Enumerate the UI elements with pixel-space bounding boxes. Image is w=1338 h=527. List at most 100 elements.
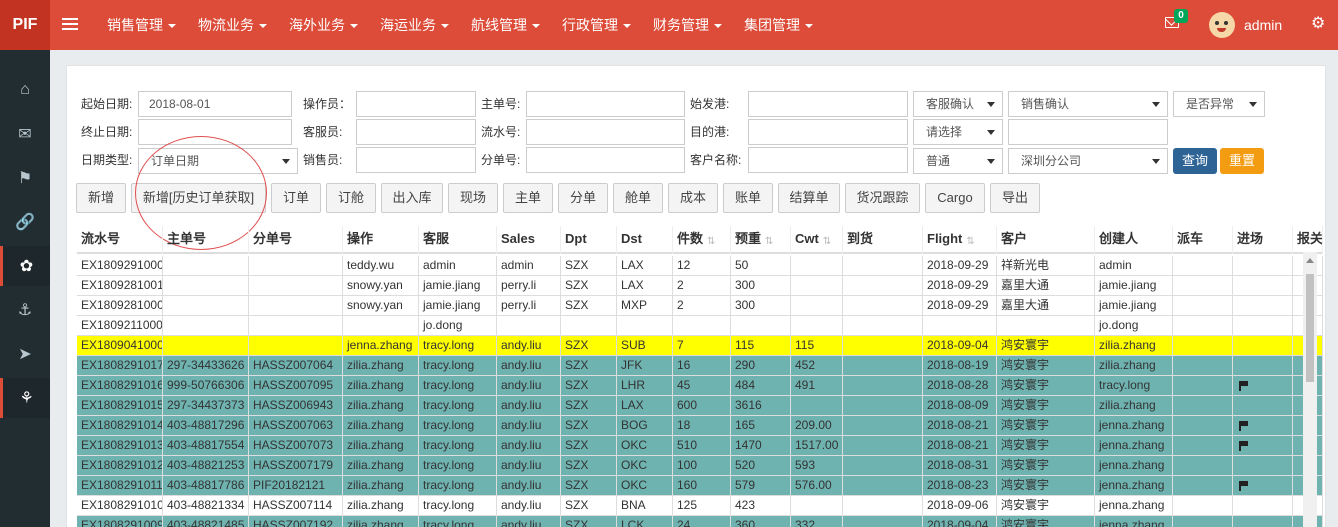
sort-icon[interactable]: ⇅	[823, 229, 833, 247]
column-header[interactable]: Sales	[497, 226, 561, 254]
column-header[interactable]: Flight ⇅	[923, 226, 997, 254]
column-header[interactable]: 客户	[997, 226, 1095, 254]
sort-icon[interactable]: ⇅	[707, 229, 717, 247]
cs-confirm-select[interactable]: 客服确认	[913, 91, 1003, 117]
table-row[interactable]: EX1808291015 297-34437373 HASSZ006943 zilia…	[77, 396, 1323, 416]
ship-icon[interactable]: ⚓	[0, 290, 50, 330]
top-menu-item[interactable]: 海运业务	[369, 0, 460, 50]
reset-button[interactable]: 重置	[1220, 148, 1264, 174]
table-row[interactable]: EX1809211000 jo.dong jo.dong	[77, 316, 1323, 336]
column-header[interactable]: 报关	[1293, 226, 1323, 254]
column-header[interactable]: 进场	[1233, 226, 1293, 254]
table-row[interactable]: EX1808291013 403-48817554 HASSZ007073 zilia…	[77, 436, 1323, 456]
column-header[interactable]: 分单号	[249, 226, 343, 254]
link-icon[interactable]: 🔗	[0, 202, 50, 242]
action-button[interactable]: 舱单	[613, 183, 663, 213]
table-cell: tracy.long	[419, 456, 497, 476]
type-select[interactable]: 普通	[913, 148, 1003, 174]
action-button[interactable]: 新增[历史订单获取]	[131, 183, 266, 213]
top-menu-item[interactable]: 行政管理	[551, 0, 642, 50]
hamburger-menu-icon[interactable]	[62, 15, 78, 35]
dest-input[interactable]	[748, 119, 908, 145]
table-cell: andy.liu	[497, 476, 561, 496]
action-button[interactable]: 货况跟踪	[845, 183, 920, 213]
table-cell: andy.liu	[497, 516, 561, 527]
cs-input[interactable]	[356, 119, 476, 145]
column-header[interactable]: Dpt	[561, 226, 617, 254]
action-button[interactable]: 结算单	[778, 183, 840, 213]
sales-input[interactable]	[356, 147, 476, 173]
customer-input[interactable]	[748, 147, 908, 173]
brand-logo[interactable]: PIF	[0, 0, 50, 50]
sort-icon[interactable]: ⇅	[966, 229, 976, 247]
avatar[interactable]	[1209, 12, 1235, 38]
top-menu-item[interactable]: 航线管理	[460, 0, 551, 50]
top-menu-item[interactable]: 海外业务	[278, 0, 369, 50]
scroll-up-icon[interactable]	[1306, 258, 1314, 263]
origin-input[interactable]	[748, 91, 908, 117]
username[interactable]: admin	[1244, 0, 1282, 50]
action-button[interactable]: 分单	[558, 183, 608, 213]
action-button[interactable]: 账单	[723, 183, 773, 213]
column-header[interactable]: 创建人	[1095, 226, 1173, 254]
table-row[interactable]: EX1808291017 297-34433626 HASSZ007064 zilia…	[77, 356, 1323, 376]
table-row[interactable]: EX1808291011 403-48817786 PIF20182121 zilia…	[77, 476, 1323, 496]
column-header[interactable]: 预重 ⇅	[731, 226, 791, 254]
date-type-select[interactable]: 订单日期	[138, 148, 298, 174]
action-button[interactable]: 成本	[668, 183, 718, 213]
gears-icon[interactable]: ⚙	[1311, 15, 1325, 33]
home-icon[interactable]: ⌂	[0, 70, 50, 110]
table-row[interactable]: EX1808291009 403-48821485 HASSZ007192 zilia…	[77, 516, 1323, 527]
envelope-icon[interactable]: ✉	[0, 114, 50, 154]
vertical-scrollbar[interactable]	[1303, 252, 1317, 527]
extra-input[interactable]	[1008, 119, 1168, 145]
operator-input[interactable]	[356, 91, 476, 117]
table-row[interactable]: EX1808291010 403-48821334 HASSZ007114 zilia…	[77, 496, 1323, 516]
column-header[interactable]: 派车	[1173, 226, 1233, 254]
column-header[interactable]: Cwt ⇅	[791, 226, 843, 254]
rocket-icon[interactable]: ➤	[0, 334, 50, 374]
top-menu-item[interactable]: 财务管理	[642, 0, 733, 50]
table-row[interactable]: EX1809291000 teddy.wu admin admin SZX LAX 12 50…	[77, 256, 1323, 276]
anchor-icon[interactable]: ⚘	[0, 378, 50, 418]
end-date-input[interactable]	[138, 119, 292, 145]
branch-select[interactable]: 深圳分公司	[1008, 148, 1168, 174]
table-row[interactable]: EX1809281000 snowy.yan jamie.jiang perry.li…	[77, 296, 1323, 316]
column-header[interactable]: 到货	[843, 226, 923, 254]
table-row[interactable]: EX1808291014 403-48817296 HASSZ007063 zilia…	[77, 416, 1323, 436]
abnormal-select[interactable]: 是否异常	[1173, 91, 1265, 117]
hawb-input[interactable]	[526, 147, 685, 173]
sort-icon[interactable]: ⇅	[765, 229, 775, 247]
action-button[interactable]: 现场	[448, 183, 498, 213]
table-row[interactable]: EX1808291016 999-50766306 HASSZ007095 zilia…	[77, 376, 1323, 396]
action-button[interactable]: 订单	[271, 183, 321, 213]
table-row[interactable]: EX1809041000 jenna.zhang tracy.long andy.li…	[77, 336, 1323, 356]
top-menu-item[interactable]: 物流业务	[187, 0, 278, 50]
table-cell: 332	[791, 516, 843, 527]
leaf-icon[interactable]: ✿	[0, 246, 50, 286]
action-button[interactable]: 导出	[990, 183, 1040, 213]
table-row[interactable]: EX1809281001 snowy.yan jamie.jiang perry.li…	[77, 276, 1323, 296]
action-button[interactable]: 新增	[76, 183, 126, 213]
query-button[interactable]: 查询	[1173, 148, 1217, 174]
action-button[interactable]: 订舱	[326, 183, 376, 213]
mawb-input[interactable]	[526, 91, 685, 117]
sales-confirm-select[interactable]: 销售确认	[1008, 91, 1168, 117]
column-header[interactable]: 主单号	[163, 226, 249, 254]
status-select[interactable]: 请选择	[913, 119, 1003, 145]
serial-input[interactable]	[526, 119, 685, 145]
scroll-thumb[interactable]	[1306, 274, 1314, 382]
top-menu-item[interactable]: 集团管理	[733, 0, 824, 50]
column-header[interactable]: Dst	[617, 226, 673, 254]
table-row[interactable]: EX1808291012 403-48821253 HASSZ007179 zilia…	[77, 456, 1323, 476]
flag-icon[interactable]: ⚑	[0, 158, 50, 198]
start-date-input[interactable]: 2018-08-01	[138, 91, 292, 117]
column-header[interactable]: 客服	[419, 226, 497, 254]
column-header[interactable]: 流水号	[77, 226, 163, 254]
column-header[interactable]: 件数 ⇅	[673, 226, 731, 254]
column-header[interactable]: 操作	[343, 226, 419, 254]
top-menu-item[interactable]: 销售管理	[96, 0, 187, 50]
action-button[interactable]: 出入库	[381, 183, 443, 213]
action-button[interactable]: 主单	[503, 183, 553, 213]
action-button[interactable]: Cargo	[925, 183, 985, 213]
